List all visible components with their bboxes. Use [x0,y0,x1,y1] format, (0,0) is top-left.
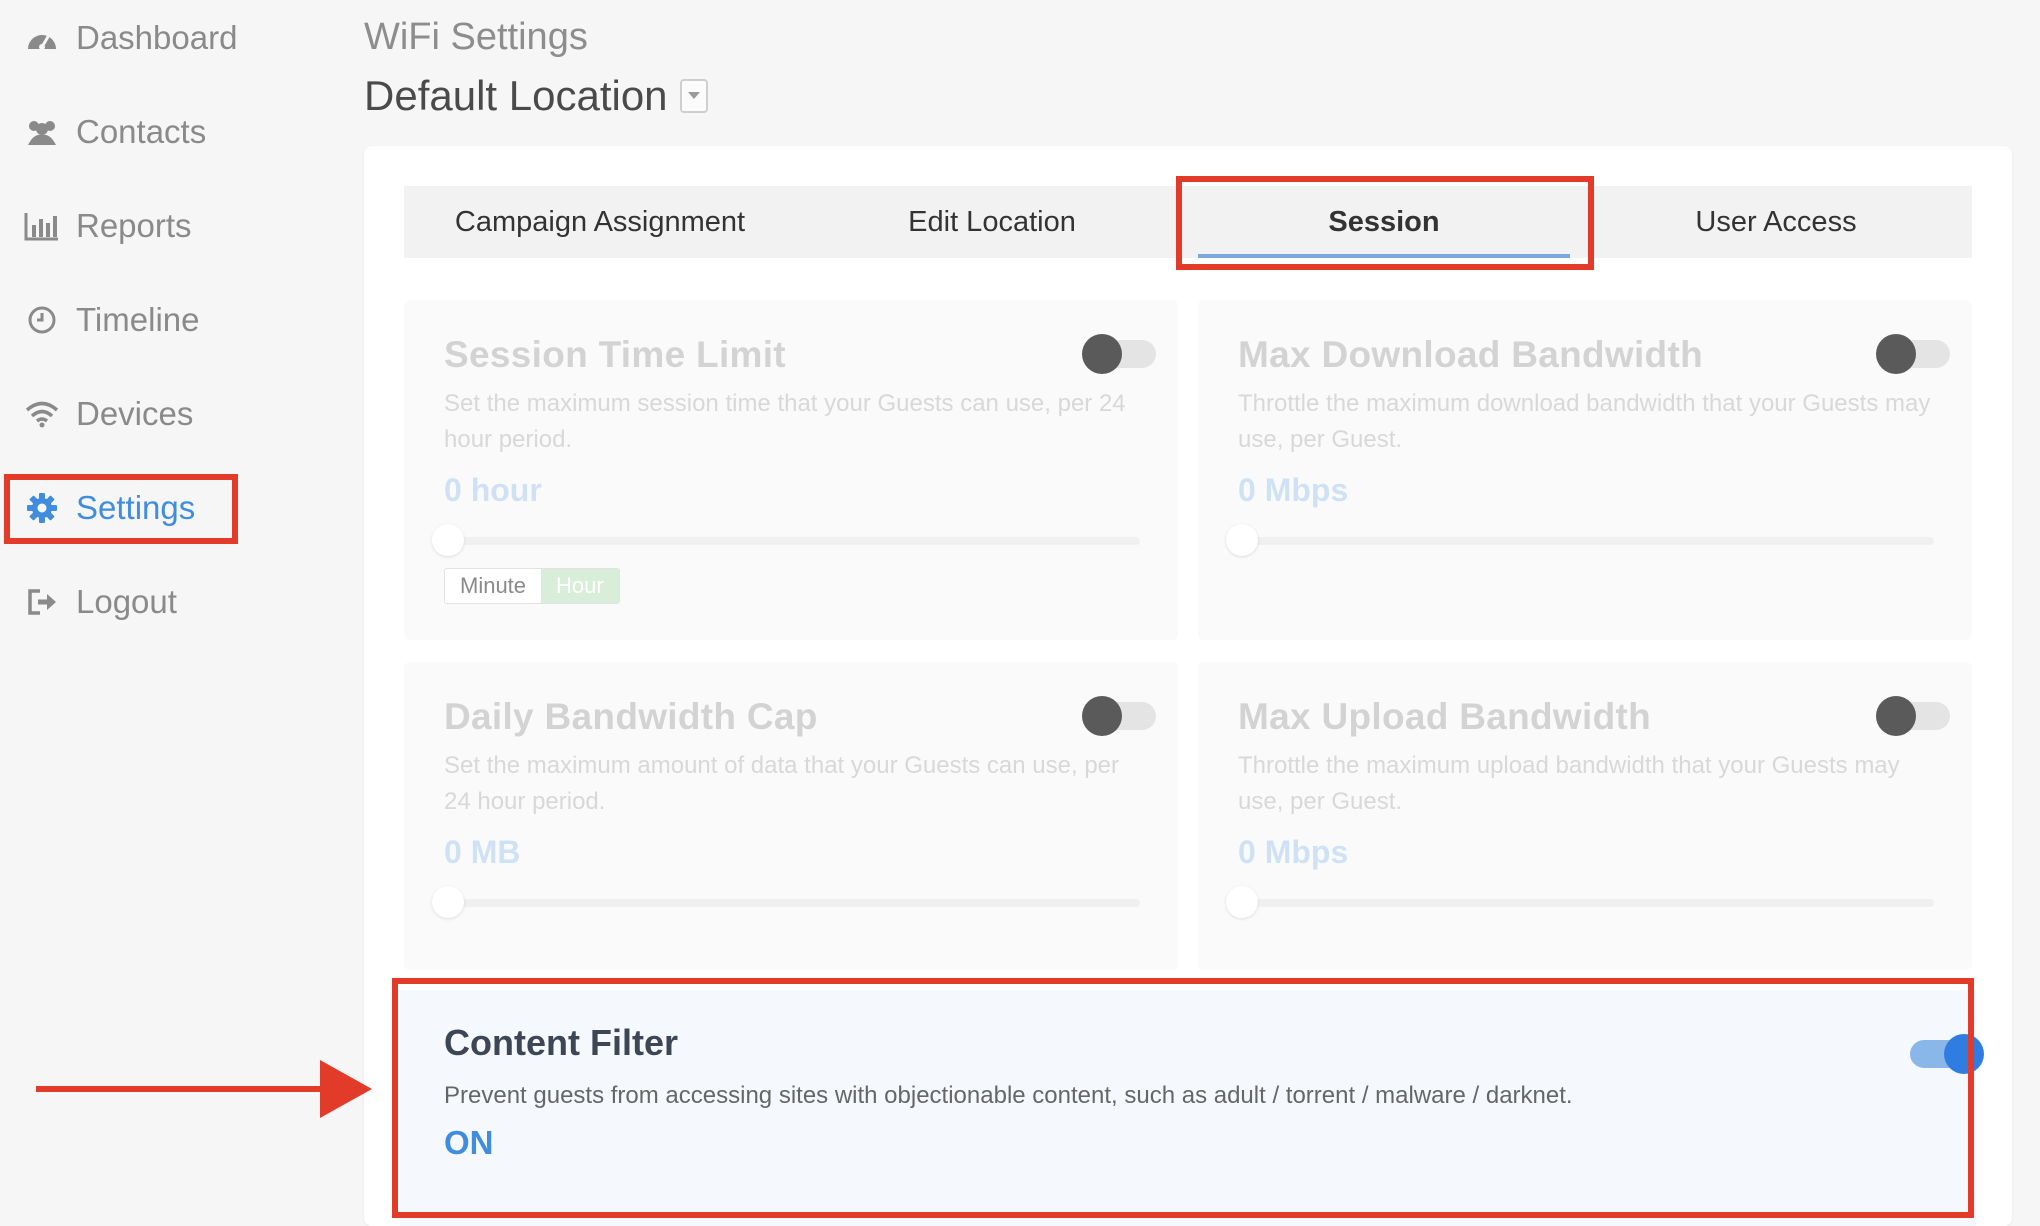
session-time-limit-toggle[interactable] [1082,334,1156,374]
location-dropdown-button[interactable] [679,79,708,113]
annotation-arrow-icon [36,1060,372,1118]
panel-title: Session Time Limit [444,334,786,375]
unit-minute-button[interactable]: Minute [445,569,542,603]
users-icon [22,112,62,152]
panel-title: Max Download Bandwidth [1238,334,1703,375]
sidebar-item-label: Logout [76,583,177,620]
sidebar-item-label: Dashboard [76,19,238,56]
caret-down-icon [687,92,700,99]
slider-handle[interactable] [432,524,464,556]
tab-campaign-assignment[interactable]: Campaign Assignment [404,186,796,258]
slider-handle[interactable] [1226,524,1258,556]
slider-handle[interactable] [432,886,464,918]
toggle-knob [1082,696,1122,736]
panel-description: Throttle the maximum download bandwidth … [1238,390,1931,453]
panel-value: 0 Mbps [1238,834,1349,870]
sidebar-item-label: Contacts [76,113,207,150]
panel-value: 0 Mbps [1238,472,1349,508]
wifi-icon [22,394,62,434]
daily-bandwidth-cap-panel: Daily Bandwidth Cap Set the maximum amou… [404,662,1178,970]
max-download-bandwidth-panel: Max Download Bandwidth Throttle the maxi… [1198,300,1972,640]
sidebar-item-devices[interactable]: Devices [22,384,193,444]
slider-track[interactable] [444,537,1140,545]
dashboard-gauge-icon [22,18,62,58]
content-filter-highlight-box [392,978,1974,1218]
time-unit-toggle: Minute Hour [444,568,620,604]
panel-description: Throttle the maximum upload bandwidth th… [1238,752,1900,815]
panel-description: Set the maximum session time that your G… [444,390,1126,453]
toggle-knob [1876,696,1916,736]
unit-hour-button[interactable]: Hour [541,569,619,603]
bar-chart-icon [22,206,62,246]
breadcrumb: WiFi Settings [364,16,588,58]
panel-title: Daily Bandwidth Cap [444,696,818,737]
slider-track[interactable] [444,899,1140,907]
slider-track[interactable] [1238,899,1934,907]
sidebar: Dashboard Contacts Reports Timeline Devi… [0,0,340,1226]
sidebar-item-contacts[interactable]: Contacts [22,102,206,162]
slider-track[interactable] [1238,537,1934,545]
toggle-knob [1082,334,1122,374]
location-selector: Default Location [364,72,708,120]
panel-value: 0 hour [444,472,542,508]
panel-description: Set the maximum amount of data that your… [444,752,1120,815]
slider-handle[interactable] [1226,886,1258,918]
clock-icon [22,300,62,340]
session-time-limit-panel: Session Time Limit Set the maximum sessi… [404,300,1178,640]
daily-bandwidth-cap-toggle[interactable] [1082,696,1156,736]
tab-edit-location[interactable]: Edit Location [796,186,1188,258]
sidebar-item-label: Timeline [76,301,200,338]
sidebar-item-timeline[interactable]: Timeline [22,290,199,350]
panel-value: 0 MB [444,834,521,870]
sidebar-item-reports[interactable]: Reports [22,196,192,256]
panel-title: Max Upload Bandwidth [1238,696,1651,737]
sidebar-item-label: Devices [76,395,194,432]
settings-highlight-box [4,474,238,544]
logout-icon [22,582,62,622]
max-upload-bandwidth-toggle[interactable] [1876,696,1950,736]
location-title: Default Location [364,72,668,119]
sidebar-item-logout[interactable]: Logout [22,572,177,632]
max-upload-bandwidth-panel: Max Upload Bandwidth Throttle the maximu… [1198,662,1972,970]
session-tab-highlight-box [1176,176,1594,270]
sidebar-item-label: Reports [76,207,192,244]
sidebar-item-dashboard[interactable]: Dashboard [22,8,237,68]
max-download-bandwidth-toggle[interactable] [1876,334,1950,374]
toggle-knob [1876,334,1916,374]
tab-user-access[interactable]: User Access [1580,186,1972,258]
